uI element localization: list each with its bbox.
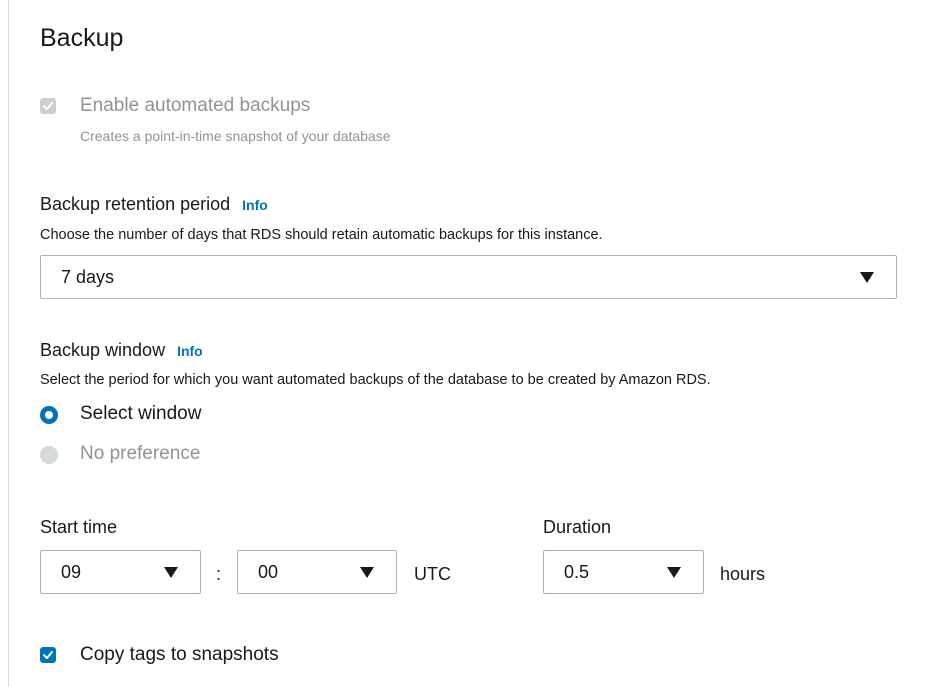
retention-period-description: Choose the number of days that RDS shoul… <box>40 227 603 243</box>
enable-automated-backups-description: Creates a point-in-time snapshot of your… <box>80 128 391 144</box>
checkmark-icon <box>43 651 53 659</box>
backup-window-label-text: Backup window <box>40 340 166 360</box>
retention-period-label: Backup retention period Info <box>40 192 268 217</box>
duration-value: 0.5 <box>564 562 590 582</box>
radio-no-preference[interactable] <box>40 446 58 464</box>
section-title: Backup <box>40 24 124 52</box>
radio-no-preference-label: No preference <box>80 443 201 464</box>
duration-select[interactable]: 0.5 <box>543 550 704 594</box>
backup-window-label: Backup window Info <box>40 338 203 363</box>
enable-automated-backups-checkbox[interactable] <box>40 98 56 114</box>
time-separator: : <box>216 564 222 584</box>
caret-down-icon <box>164 567 178 578</box>
retention-period-value: 7 days <box>61 267 115 287</box>
retention-period-select[interactable]: 7 days <box>40 255 897 299</box>
start-time-label: Start time <box>40 517 118 537</box>
duration-label: Duration <box>543 517 612 537</box>
caret-down-icon <box>360 567 374 578</box>
section-left-border <box>8 0 9 687</box>
backup-window-info-link[interactable]: Info <box>177 343 203 359</box>
retention-period-label-text: Backup retention period <box>40 194 231 214</box>
caret-down-icon <box>667 567 681 578</box>
start-hour-select[interactable]: 09 <box>40 550 201 594</box>
backup-window-description: Select the period for which you want aut… <box>40 372 711 388</box>
checkmark-icon <box>43 102 53 110</box>
copy-tags-checkbox[interactable] <box>40 647 56 663</box>
start-minute-value: 00 <box>258 562 279 582</box>
duration-unit: hours <box>720 564 766 584</box>
radio-select-window[interactable] <box>40 406 58 424</box>
radio-select-window-label: Select window <box>80 403 202 424</box>
start-hour-value: 09 <box>61 562 82 582</box>
start-minute-select[interactable]: 00 <box>237 550 397 594</box>
retention-info-link[interactable]: Info <box>242 197 268 213</box>
enable-automated-backups-label: Enable automated backups <box>80 95 311 116</box>
copy-tags-label: Copy tags to snapshots <box>80 644 279 665</box>
timezone-label: UTC <box>414 564 451 584</box>
caret-down-icon <box>860 272 874 283</box>
